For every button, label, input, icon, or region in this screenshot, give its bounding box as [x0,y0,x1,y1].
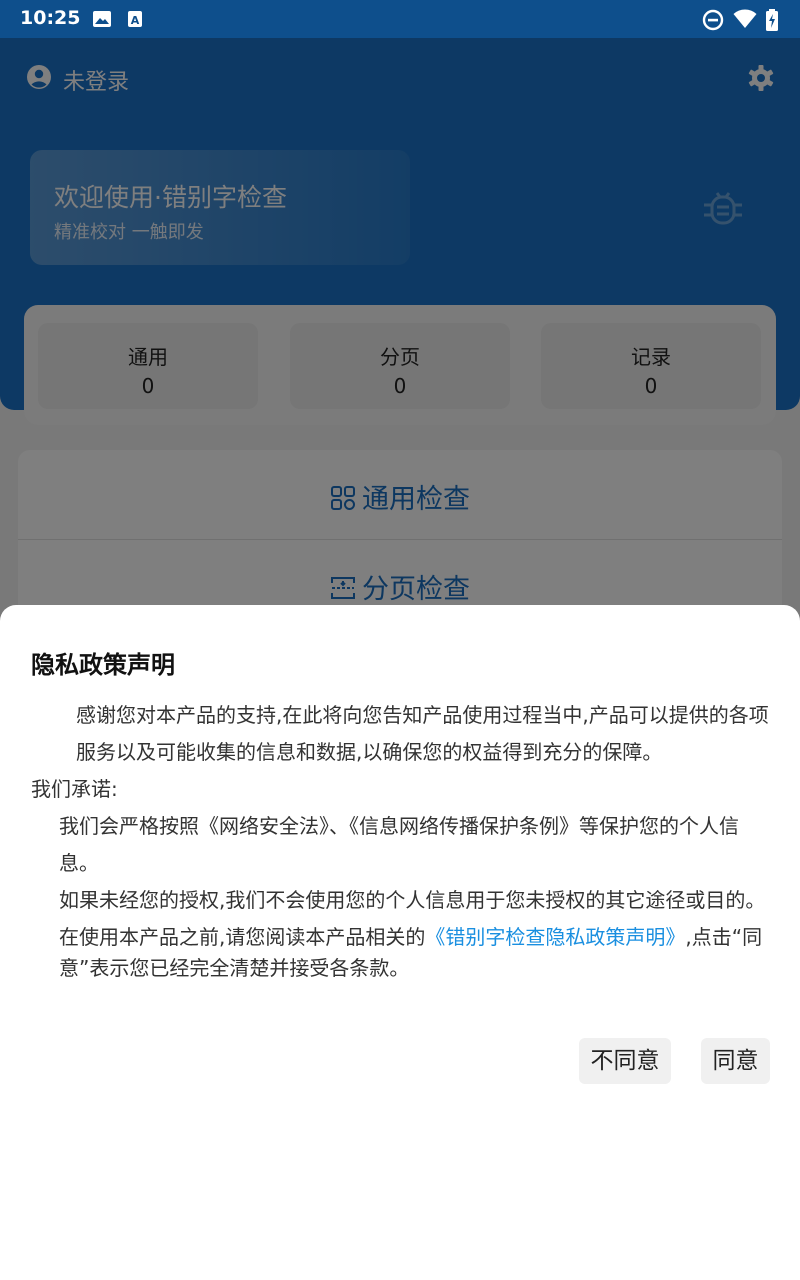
dialog-paragraph: 如果未经您的授权,我们不会使用您的个人信息用于您未授权的其它途径或目的。 [59,888,766,912]
dialog-paragraph: 我们承诺: [31,777,118,801]
dialog-paragraph: 我们会严格按照《网络安全法》、《信息网络传播保护条例》等保护您的个人信息。 [59,814,739,875]
para-text: 在使用本产品之前,请您阅读本产品相关的 [59,925,426,949]
disagree-button[interactable]: 不同意 [579,1038,671,1084]
dnd-icon [702,9,724,31]
dialog-body: 感谢您对本产品的支持,在此将向您告知产品使用过程当中,产品可以提供的各项服务以及… [31,697,776,984]
dialog-paragraph: 感谢您对本产品的支持,在此将向您告知产品使用过程当中,产品可以提供的各项服务以及… [76,703,769,764]
agree-button[interactable]: 同意 [701,1038,770,1084]
font-notification-icon: A [128,11,142,27]
status-time: 10:25 [20,7,81,29]
privacy-policy-link[interactable]: 《错别字检查隐私政策声明》 [425,925,685,949]
dialog-title: 隐私政策声明 [31,651,175,679]
wifi-icon [733,9,757,28]
privacy-dialog: 隐私政策声明 感谢您对本产品的支持,在此将向您告知产品使用过程当中,产品可以提供… [0,605,800,1280]
svg-text:A: A [131,14,140,27]
image-notification-icon [93,11,111,27]
dialog-paragraph: 在使用本产品之前,请您阅读本产品相关的《错别字检查隐私政策声明》,点击“同意”表… [31,922,776,984]
battery-icon [766,9,778,31]
status-bar-overlay: 10:25 A [0,0,800,38]
